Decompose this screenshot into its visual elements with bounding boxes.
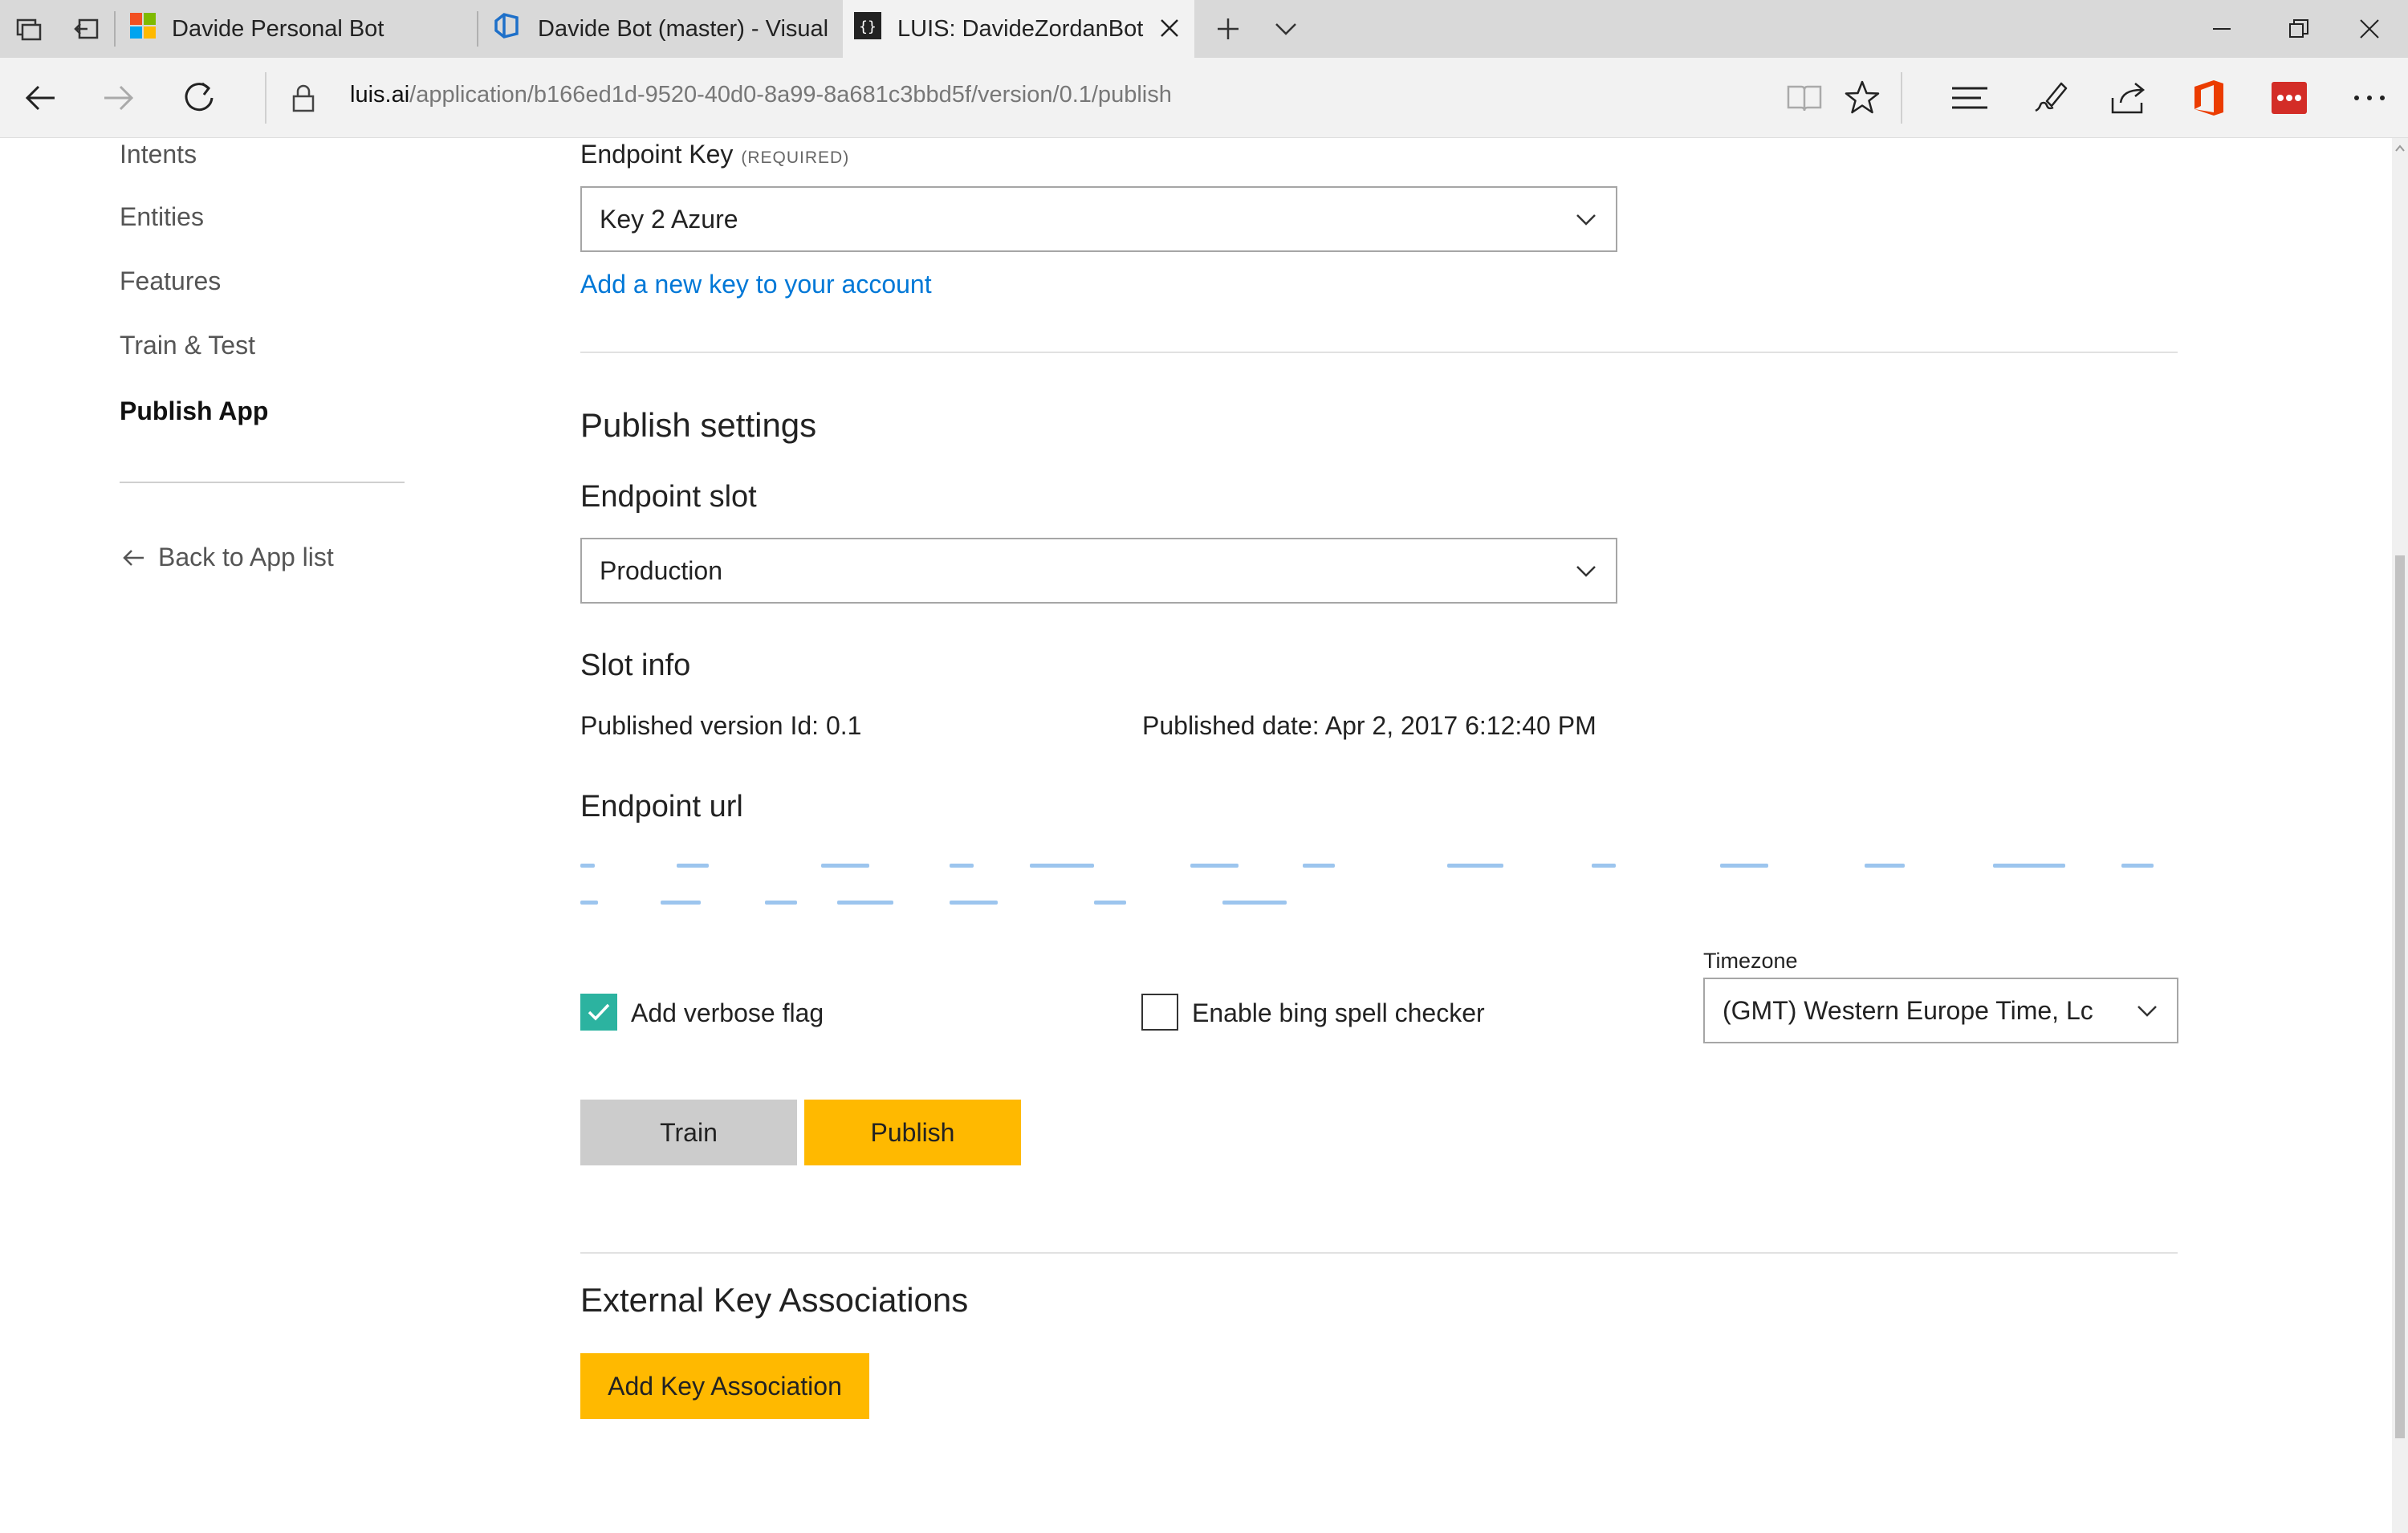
tab-title: Davide Personal Bot [172,15,384,42]
back-link-label: Back to App list [158,543,334,571]
sidebar-item-features[interactable]: Features [120,266,221,296]
tab-visual-studio[interactable]: Davide Bot (master) - Visual [478,0,841,58]
back-icon[interactable] [18,75,63,120]
tab-title: Davide Bot (master) - Visual [538,15,829,42]
scrollbar-thumb[interactable] [2395,555,2405,1438]
chevron-down-icon [2138,1006,2157,1017]
endpoint-key-value: Key 2 Azure [600,204,738,234]
sidebar-item-train-test[interactable]: Train & Test [120,331,255,360]
url-path: /application/b166ed1d-9520-40d0-8a99-8a6… [409,82,1172,108]
chevron-down-icon [1576,214,1596,226]
endpoint-key-title: Endpoint Key [580,140,734,169]
luis-publish-page: Intents Entities Features Train & Test P… [0,138,2392,1533]
required-tag: (REQUIRED) [741,148,850,167]
tab-title: LUIS: DavideZordanBot [897,15,1144,42]
scroll-up-icon[interactable] [2394,143,2406,154]
endpoint-url-line-2[interactable] [580,901,2170,907]
slot-info-heading: Slot info [580,649,691,682]
nav-divider [1901,72,1902,124]
browser-window: Davide Personal Bot Davide Bot (master) … [0,0,2408,1533]
external-key-associations-heading: External Key Associations [580,1281,969,1319]
favorite-star-icon[interactable] [1840,75,1885,120]
bing-spell-checker-label: Enable bing spell checker [1192,998,1485,1027]
tab-davide-personal-bot[interactable]: Davide Personal Bot [117,0,477,58]
back-to-app-list-link[interactable]: Back to App list [120,543,334,572]
tab-preview-chevron-icon[interactable] [1268,11,1304,47]
timezone-select[interactable]: (GMT) Western Europe Time, Lc [1703,978,2178,1043]
chevron-down-icon [1576,566,1596,577]
published-date: Published date: Apr 2, 2017 6:12:40 PM [1142,711,1597,740]
sidebar-item-intents[interactable]: Intents [120,140,197,169]
add-key-association-button[interactable]: Add Key Association [580,1353,869,1419]
endpoint-url-line-1[interactable] [580,864,2170,870]
tab-luis[interactable]: {} LUIS: DavideZordanBot [843,0,1194,58]
endpoint-url-heading: Endpoint url [580,790,743,823]
address-field[interactable]: luis.ai/application/b166ed1d-9520-40d0-8… [350,82,1172,108]
hub-icon[interactable] [1947,75,1992,120]
address-bar-row: luis.ai/application/b166ed1d-9520-40d0-8… [0,58,2408,138]
tab-separator [114,11,116,47]
forward-icon[interactable] [96,75,141,120]
section-divider [580,352,2178,353]
new-tab-icon[interactable] [1210,11,1246,47]
endpoint-key-select[interactable]: Key 2 Azure [580,186,1617,252]
json-braces-icon: {} [854,12,881,46]
sidebar-divider [120,482,405,483]
timezone-value: (GMT) Western Europe Time, Lc [1723,995,2093,1025]
sidebar-item-entities[interactable]: Entities [120,202,204,232]
web-note-pen-icon[interactable] [2028,75,2072,120]
endpoint-slot-value: Production [600,555,722,585]
close-tab-icon[interactable] [1157,16,1182,47]
timezone-label: Timezone [1703,949,1798,973]
train-button[interactable]: Train [580,1100,797,1165]
bing-spell-checker-checkbox[interactable] [1141,994,1178,1031]
page-scrollbar[interactable] [2392,138,2408,1533]
endpoint-slot-select[interactable]: Production [580,538,1617,604]
endpoint-slot-label: Endpoint slot [580,480,757,514]
share-icon[interactable] [2106,75,2151,120]
lastpass-icon[interactable] [2267,75,2312,120]
publish-settings-heading: Publish settings [580,406,817,444]
publish-button[interactable]: Publish [804,1100,1021,1165]
arrow-left-icon [120,544,147,571]
section-divider [580,1252,2178,1254]
close-window-icon[interactable] [2331,0,2408,58]
lock-icon[interactable] [281,75,326,120]
tab-strip: Davide Personal Bot Davide Bot (master) … [0,0,2408,58]
restore-icon[interactable] [2260,0,2337,58]
refresh-icon[interactable] [177,75,222,120]
reading-view-icon[interactable] [1782,75,1827,120]
verbose-flag-checkbox[interactable] [580,994,617,1031]
sidebar-item-publish-app[interactable]: Publish App [120,396,268,426]
url-host: luis.ai [350,82,410,108]
tab-manager-icon[interactable] [11,11,47,47]
add-new-key-link[interactable]: Add a new key to your account [580,270,932,299]
office-icon[interactable] [2186,75,2231,120]
minimize-icon[interactable] [2183,0,2260,58]
checkmark-icon [588,1003,610,1021]
published-version-id: Published version Id: 0.1 [580,711,862,740]
microsoft-logo-icon [130,13,156,45]
endpoint-key-label: Endpoint Key (REQUIRED) [580,140,849,169]
visual-studio-team-services-icon [493,11,522,47]
more-actions-icon[interactable] [2347,75,2392,120]
nav-divider [265,72,266,124]
tabs-aside-icon[interactable] [69,11,104,47]
svg-text:{}: {} [859,18,877,35]
verbose-flag-label: Add verbose flag [631,998,824,1027]
